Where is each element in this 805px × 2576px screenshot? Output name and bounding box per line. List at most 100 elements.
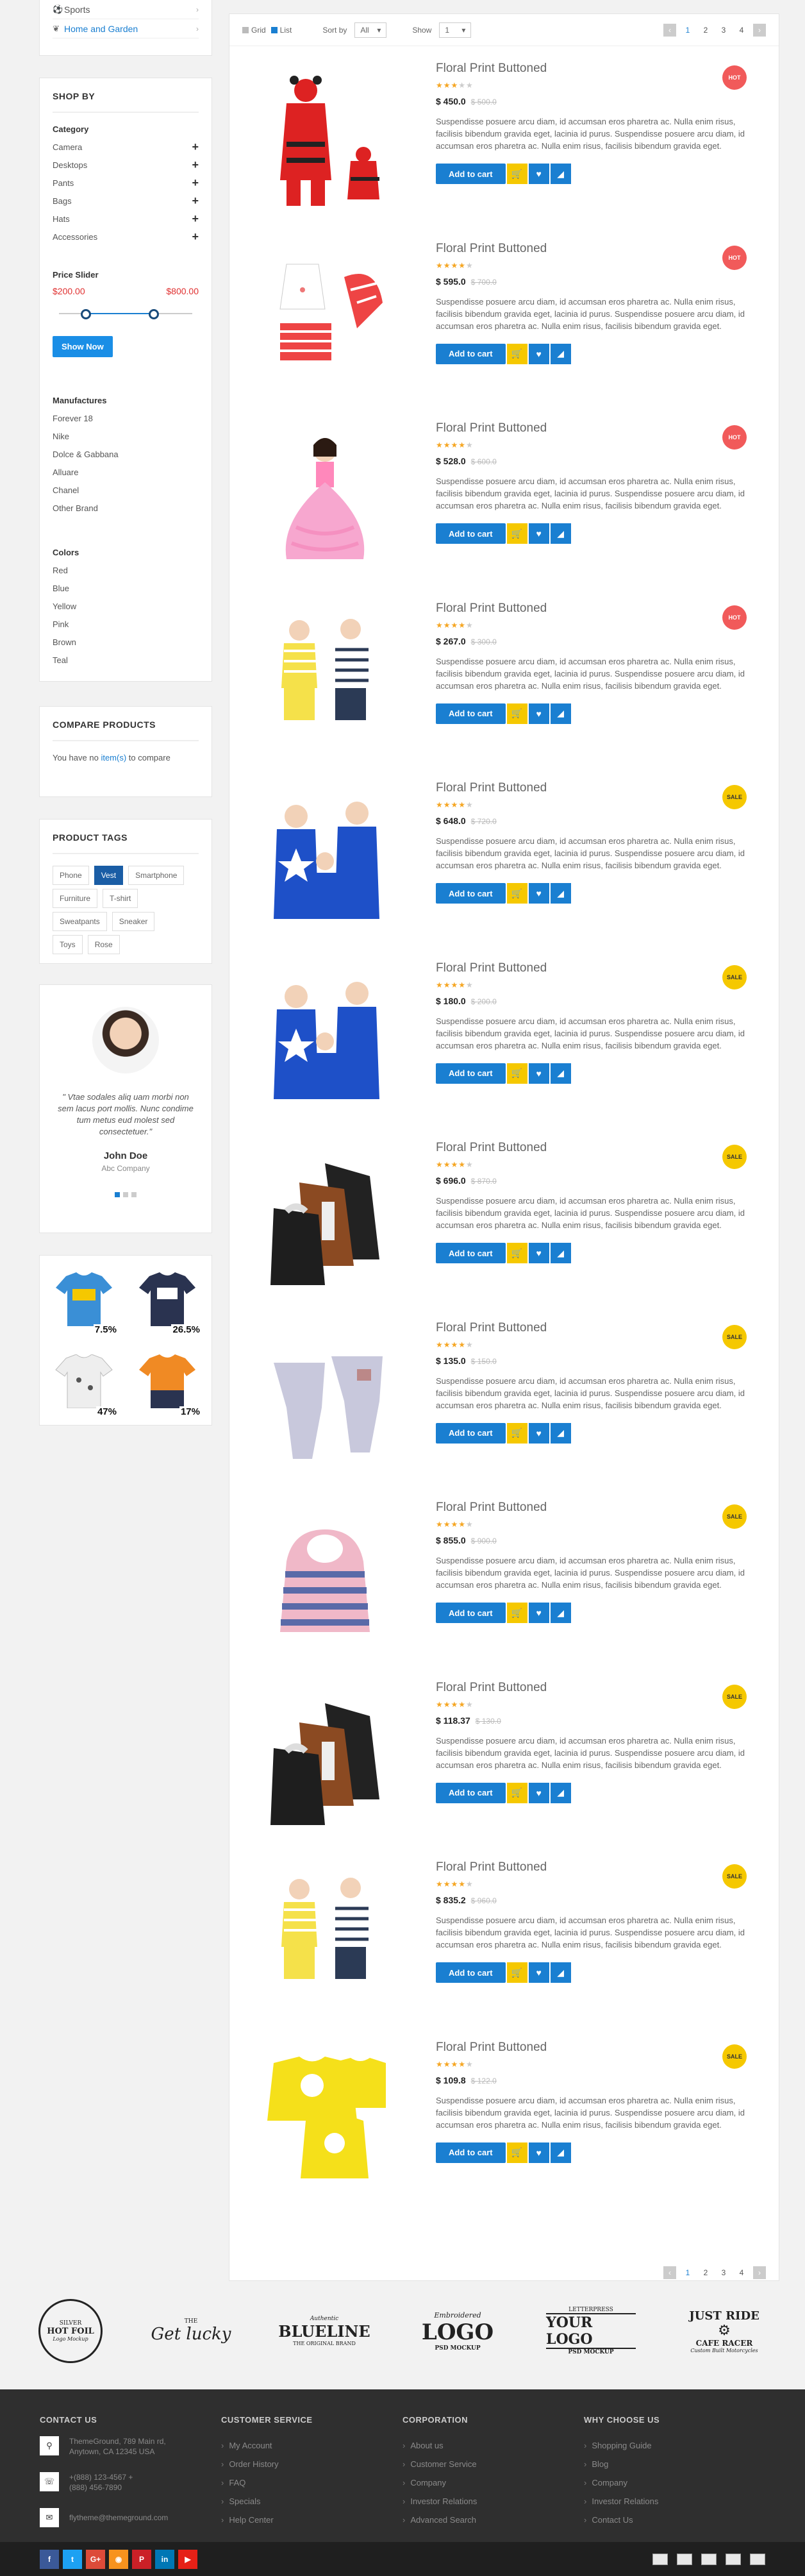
add-to-cart-button[interactable]: Add to cart xyxy=(436,523,506,544)
product-name[interactable]: Floral Print Buttoned xyxy=(436,1141,766,1155)
compare-icon[interactable]: ◢ xyxy=(550,343,571,364)
footer-link[interactable]: Advanced Search xyxy=(402,2511,584,2529)
sort-select[interactable]: All ▾ xyxy=(354,22,387,38)
category-sports[interactable]: ⚽ Sports › xyxy=(53,0,199,19)
product-image[interactable] xyxy=(242,1318,407,1484)
cart-icon[interactable]: 🛒 xyxy=(506,523,527,544)
google-plus-icon[interactable]: G+ xyxy=(86,2549,105,2569)
promo-item[interactable]: 26.5% xyxy=(127,1259,208,1339)
compare-items-link[interactable]: item(s) xyxy=(101,753,126,762)
slider-handle-max[interactable] xyxy=(149,309,159,319)
show-select[interactable]: 1 ▾ xyxy=(439,22,472,38)
add-to-cart-button[interactable]: Add to cart xyxy=(436,2142,506,2163)
add-to-cart-button[interactable]: Add to cart xyxy=(436,883,506,904)
email-text[interactable]: flytheme@themeground.com xyxy=(69,2513,168,2523)
tag[interactable]: Toys xyxy=(53,935,83,954)
color-link[interactable]: Blue xyxy=(53,579,199,597)
add-to-cart-button[interactable]: Add to cart xyxy=(436,1782,506,1803)
cart-icon[interactable]: 🛒 xyxy=(506,1063,527,1084)
cart-icon[interactable]: 🛒 xyxy=(506,2142,527,2163)
compare-icon[interactable]: ◢ xyxy=(550,1243,571,1263)
page-link[interactable]: 2 xyxy=(699,24,712,37)
category-item[interactable]: Pants + xyxy=(53,174,199,192)
wishlist-heart-icon[interactable]: ♥ xyxy=(528,1603,549,1623)
page-link[interactable]: 1 xyxy=(681,2266,694,2279)
cart-icon[interactable]: 🛒 xyxy=(506,164,527,184)
add-to-cart-button[interactable]: Add to cart xyxy=(436,343,506,364)
footer-link[interactable]: Contact Us xyxy=(584,2511,765,2529)
carousel-dot[interactable] xyxy=(123,1192,128,1197)
color-link[interactable]: Pink xyxy=(53,615,199,633)
tag-active[interactable]: Vest xyxy=(94,866,124,885)
product-image[interactable] xyxy=(242,59,407,224)
wishlist-heart-icon[interactable]: ♥ xyxy=(528,343,549,364)
next-page-button[interactable]: › xyxy=(753,2266,766,2279)
brand-logo[interactable]: Embroidered LOGO PSD MOCKUP xyxy=(413,2299,502,2363)
promo-item[interactable]: 17% xyxy=(127,1342,208,1421)
footer-link[interactable]: Help Center xyxy=(221,2511,402,2529)
cart-icon[interactable]: 🛒 xyxy=(506,1962,527,1983)
product-image[interactable] xyxy=(242,959,407,1124)
footer-link[interactable]: About us xyxy=(402,2436,584,2455)
footer-link[interactable]: Shopping Guide xyxy=(584,2436,765,2455)
product-name[interactable]: Floral Print Buttoned xyxy=(436,62,766,76)
cart-icon[interactable]: 🛒 xyxy=(506,343,527,364)
brand-logo[interactable]: SILVER HOT FOIL Logo Mockup xyxy=(38,2299,103,2363)
page-link[interactable]: 3 xyxy=(717,2266,730,2279)
brand-logo[interactable]: LETTERPRESS YOUR LOGO PSD MOCKUP xyxy=(546,2299,636,2363)
slider-handle-min[interactable] xyxy=(81,309,91,319)
category-item[interactable]: Accessories + xyxy=(53,228,199,246)
product-name[interactable]: Floral Print Buttoned xyxy=(436,1321,766,1335)
product-name[interactable]: Floral Print Buttoned xyxy=(436,781,766,795)
color-link[interactable]: Teal xyxy=(53,651,199,669)
compare-icon[interactable]: ◢ xyxy=(550,1962,571,1983)
tag[interactable]: Phone xyxy=(53,866,89,885)
wishlist-heart-icon[interactable]: ♥ xyxy=(528,523,549,544)
rss-icon[interactable]: ◉ xyxy=(109,2549,128,2569)
wishlist-heart-icon[interactable]: ♥ xyxy=(528,883,549,904)
twitter-icon[interactable]: t xyxy=(63,2549,82,2569)
page-link[interactable]: 4 xyxy=(735,2266,748,2279)
footer-link[interactable]: Order History xyxy=(221,2455,402,2473)
manufacturer-link[interactable]: Dolce & Gabbana xyxy=(53,445,199,463)
product-name[interactable]: Floral Print Buttoned xyxy=(436,961,766,975)
product-name[interactable]: Floral Print Buttoned xyxy=(436,2041,766,2055)
page-link[interactable]: 2 xyxy=(699,2266,712,2279)
product-image[interactable] xyxy=(242,599,407,764)
add-to-cart-button[interactable]: Add to cart xyxy=(436,1063,506,1084)
prev-page-button[interactable]: ‹ xyxy=(663,23,676,37)
compare-icon[interactable]: ◢ xyxy=(550,883,571,904)
prev-page-button[interactable]: ‹ xyxy=(663,2266,676,2279)
plus-icon[interactable]: + xyxy=(192,140,199,154)
category-item[interactable]: Hats + xyxy=(53,210,199,228)
category-item[interactable]: Bags + xyxy=(53,192,199,210)
plus-icon[interactable]: + xyxy=(192,194,199,208)
wishlist-heart-icon[interactable]: ♥ xyxy=(528,1422,549,1444)
pinterest-icon[interactable]: P xyxy=(132,2549,151,2569)
product-image[interactable] xyxy=(242,239,407,405)
footer-link[interactable]: Investor Relations xyxy=(402,2492,584,2511)
product-image[interactable] xyxy=(242,779,407,944)
wishlist-heart-icon[interactable]: ♥ xyxy=(528,1782,549,1803)
cart-icon[interactable]: 🛒 xyxy=(506,703,527,724)
cart-icon[interactable]: 🛒 xyxy=(506,1243,527,1263)
compare-icon[interactable]: ◢ xyxy=(550,164,571,184)
show-now-button[interactable]: Show Now xyxy=(53,336,113,357)
compare-icon[interactable]: ◢ xyxy=(550,703,571,724)
brand-logo[interactable]: JUST RIDE ⚙ CAFE RACER Custom Built Moto… xyxy=(679,2299,769,2363)
compare-icon[interactable]: ◢ xyxy=(550,1782,571,1803)
footer-link[interactable]: Specials xyxy=(221,2492,402,2511)
add-to-cart-button[interactable]: Add to cart xyxy=(436,703,506,724)
product-image[interactable] xyxy=(242,1678,407,1844)
add-to-cart-button[interactable]: Add to cart xyxy=(436,1603,506,1623)
brand-logo[interactable]: Authentic BLUELINE THE ORIGINAL BRAND xyxy=(278,2299,370,2363)
category-item[interactable]: Desktops + xyxy=(53,156,199,174)
product-image[interactable] xyxy=(242,1858,407,2023)
product-name[interactable]: Floral Print Buttoned xyxy=(436,421,766,435)
promo-banner[interactable]: 7.5% 26.5% 47% 17% xyxy=(40,1256,212,1425)
product-name[interactable]: Floral Print Buttoned xyxy=(436,1681,766,1695)
product-name[interactable]: Floral Print Buttoned xyxy=(436,242,766,256)
cart-icon[interactable]: 🛒 xyxy=(506,883,527,904)
grid-view-toggle[interactable]: Grid xyxy=(242,26,266,35)
page-link[interactable]: 4 xyxy=(735,24,748,37)
